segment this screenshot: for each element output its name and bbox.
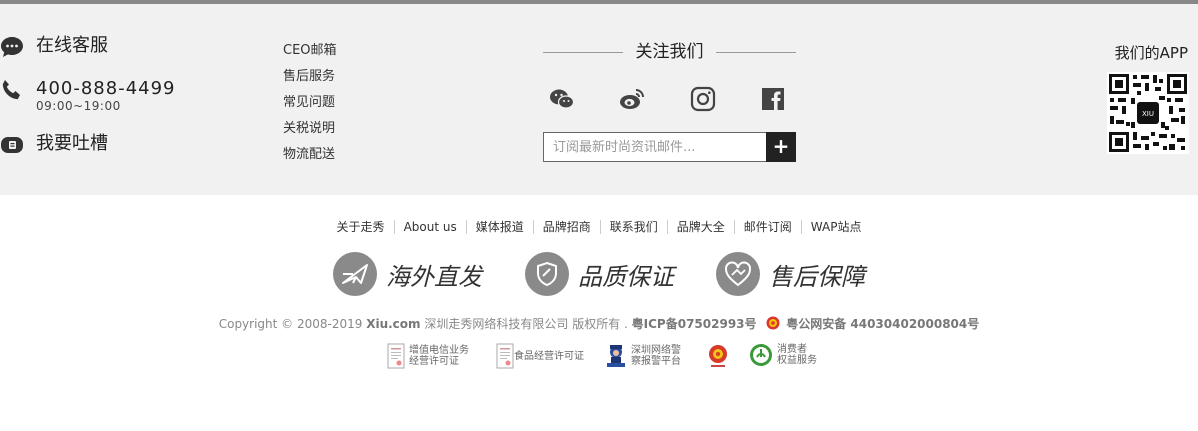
police-badge-icon	[766, 316, 780, 330]
guarantee-quality-label: 品质保证	[578, 262, 674, 291]
instagram-icon[interactable]	[690, 86, 716, 112]
feedback-label: 我要吐槽	[36, 133, 108, 154]
facebook-icon[interactable]	[760, 86, 786, 112]
seal-icon	[709, 345, 727, 367]
airplane-icon	[333, 252, 377, 296]
certificate-icon	[387, 343, 405, 369]
heart-handshake-icon	[716, 252, 760, 296]
badge-cyber-police[interactable]: 深圳网络警 察报警平台	[605, 343, 681, 369]
badge-food-line1: 食品经营许可证	[514, 350, 584, 362]
badge-food-license[interactable]: 食品经营许可证	[496, 343, 584, 369]
guarantee-after-sales: 售后保障	[716, 252, 865, 296]
nav-media[interactable]: 媒体报道	[465, 220, 533, 234]
badge-cyber-line1: 深圳网络警	[631, 345, 681, 356]
guarantee-overseas: 海外直发	[333, 252, 482, 296]
shield-icon	[525, 252, 569, 296]
police-icon	[607, 345, 625, 367]
consumer-rights-icon	[750, 344, 772, 366]
nav-brand-join[interactable]: 品牌招商	[532, 220, 600, 234]
link-ceo-email[interactable]: CEO邮箱	[283, 38, 337, 64]
badge-cyber-line2: 察报警平台	[631, 356, 681, 367]
nav-wap[interactable]: WAP站点	[800, 220, 871, 234]
copyright-prefix: Copyright © 2008-2019	[218, 317, 363, 331]
badge-business-seal[interactable]	[707, 343, 729, 369]
nav-brands[interactable]: 品牌大全	[666, 220, 734, 234]
phone-icon	[2, 80, 21, 100]
app-qr-code[interactable]: XIU	[1107, 72, 1189, 154]
online-service-label: 在线客服	[36, 35, 108, 56]
icp-number[interactable]: 粤ICP备07502993号	[632, 317, 757, 331]
copyright-company: 深圳走秀网络科技有限公司 版权所有 .	[424, 317, 628, 331]
badge-consumer-rights[interactable]: 消费者 权益服务	[749, 343, 817, 367]
certificate-icon	[496, 343, 514, 369]
police-record-number[interactable]: 粤公网安备 44030402000804号	[786, 317, 979, 331]
follow-us-title: 关注我们	[543, 40, 796, 64]
service-hours: 09:00~19:00	[36, 99, 121, 113]
qr-logo-text: XIU	[1142, 110, 1154, 118]
nav-contact[interactable]: 联系我们	[599, 220, 667, 234]
subscribe-form: +	[543, 132, 796, 162]
badge-telecom-line2: 经营许可证	[409, 356, 459, 367]
follow-us-section: 关注我们	[543, 40, 796, 112]
subscribe-button[interactable]: +	[766, 132, 796, 162]
nav-about-xiu[interactable]: 关于走秀	[328, 220, 394, 234]
link-faq[interactable]: 常见问题	[283, 90, 337, 116]
app-title: 我们的APP	[1114, 44, 1188, 62]
chat-bubble-icon	[1, 37, 23, 57]
guarantee-quality: 品质保证	[525, 252, 674, 296]
help-links: CEO邮箱 售后服务 常见问题 关税说明 物流配送	[283, 38, 337, 168]
guarantee-after-sales-label: 售后保障	[769, 262, 865, 291]
wechat-icon[interactable]	[549, 86, 575, 112]
link-tariff[interactable]: 关税说明	[283, 116, 337, 142]
nav-about-us[interactable]: About us	[393, 220, 466, 234]
footer-top-panel	[0, 4, 1198, 195]
nav-mail-subscribe[interactable]: 邮件订阅	[733, 220, 801, 234]
feedback-icon	[1, 137, 23, 153]
online-service[interactable]: 在线客服	[0, 35, 108, 59]
subscribe-email-input[interactable]	[543, 132, 766, 162]
badge-telecom-line1: 增值电信业务	[409, 345, 469, 356]
badge-consumer-line1: 消费者	[777, 344, 807, 355]
feedback-service[interactable]: 我要吐槽	[0, 133, 108, 157]
copyright-line: Copyright © 2008-2019 Xiu.com 深圳走秀网络科技有限…	[0, 315, 1198, 332]
bottom-nav: 关于走秀 About us 媒体报道 品牌招商 联系我们 品牌大全 邮件订阅 WAP站点	[0, 218, 1198, 235]
weibo-icon[interactable]	[619, 86, 645, 112]
phone-service: 400-888-4499 09:00~19:00	[0, 78, 176, 112]
badge-consumer-line2: 权益服务	[777, 355, 817, 366]
copyright-brand: Xiu.com	[366, 317, 421, 331]
link-delivery[interactable]: 物流配送	[283, 142, 337, 168]
guarantee-overseas-label: 海外直发	[386, 262, 482, 291]
link-after-sales[interactable]: 售后服务	[283, 64, 337, 90]
badge-telecom-license[interactable]: 增值电信业务 经营许可证	[387, 343, 469, 369]
phone-number: 400-888-4499	[36, 78, 176, 99]
